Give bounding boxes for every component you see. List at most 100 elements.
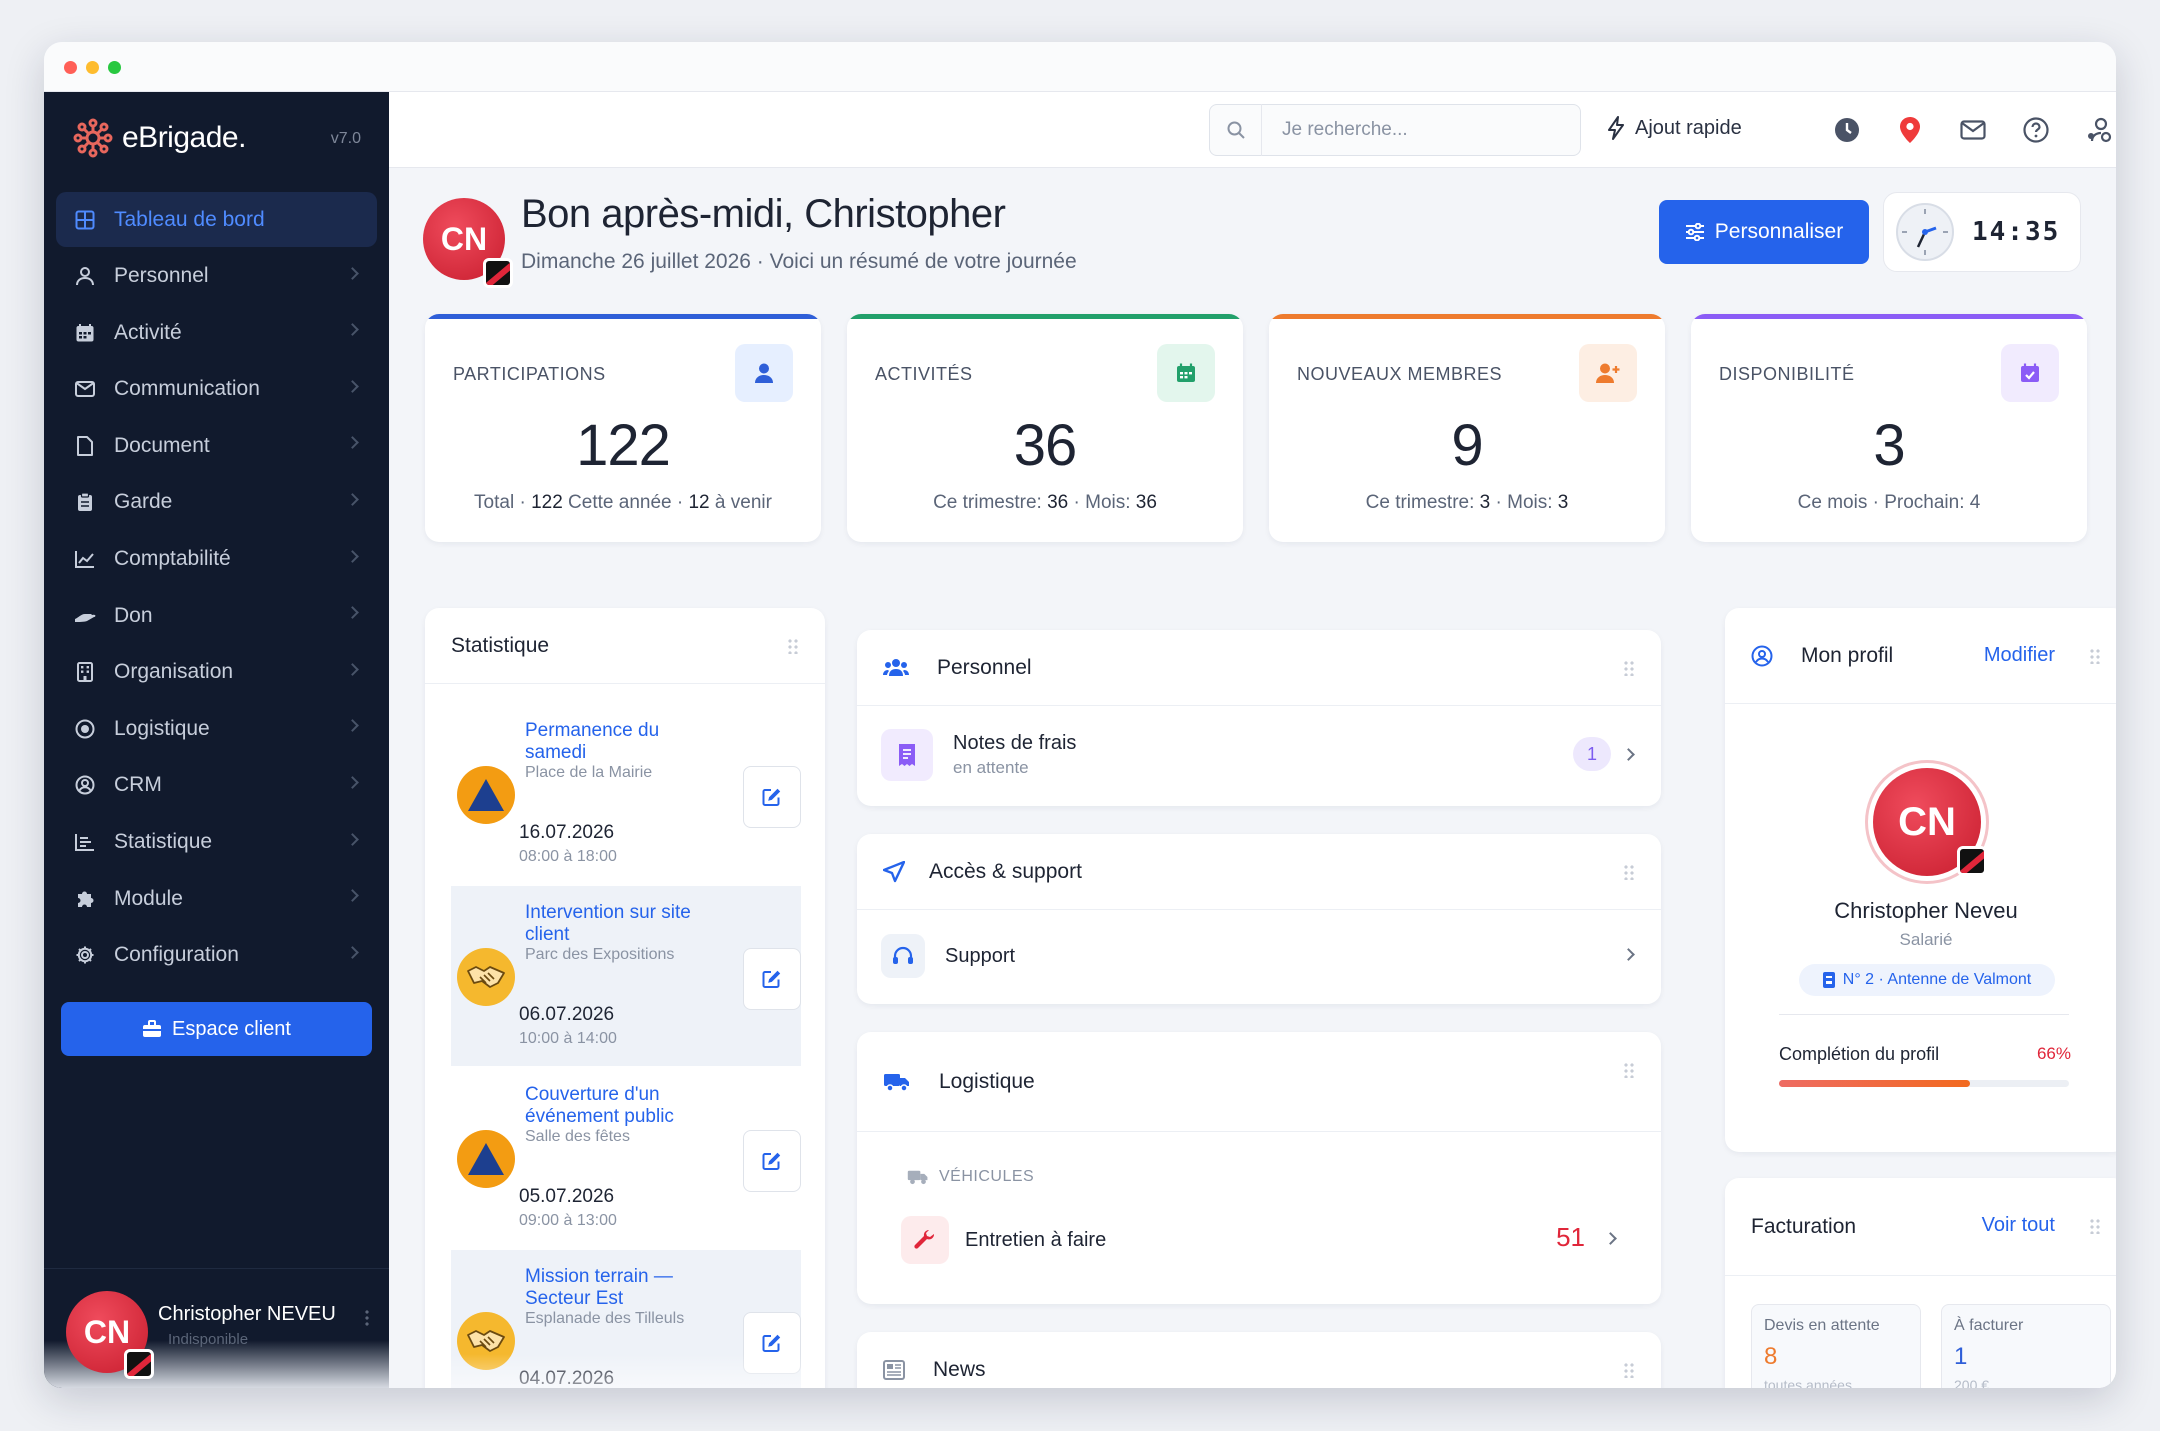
chevron-right-icon — [346, 889, 359, 902]
notes-de-frais-row[interactable]: Notes de frais en attente 1 — [857, 706, 1661, 804]
kpi-sub-value: 3 — [1557, 492, 1569, 513]
avatar-initials: CN — [1898, 799, 1956, 844]
profil-edit-link[interactable]: Modifier — [1984, 644, 2055, 667]
close-window-dot[interactable] — [64, 61, 77, 74]
chevron-right-icon — [346, 549, 359, 563]
search-box[interactable] — [1209, 104, 1581, 156]
edit-button[interactable] — [743, 1130, 801, 1192]
facturation-box[interactable]: À facturer 1 200 € — [1941, 1304, 2111, 1388]
sidebar-item-don[interactable]: Don — [56, 588, 377, 643]
app-logo[interactable]: eBrigade. — [72, 118, 246, 158]
logistique-title: Logistique — [939, 1069, 1035, 1093]
support-row[interactable]: Support — [857, 910, 1661, 1002]
bar-list-icon — [74, 831, 96, 853]
building-icon — [74, 661, 96, 683]
maximize-window-dot[interactable] — [108, 61, 121, 74]
edit-icon — [762, 1152, 781, 1170]
app-name: eBrigade. — [122, 121, 246, 154]
personnel-header: Personnel — [857, 630, 1661, 706]
customize-button[interactable]: Personnaliser — [1659, 200, 1869, 264]
kpi-label: NOUVEAUX MEMBRES — [1297, 364, 1503, 384]
drag-handle-icon[interactable] — [2089, 648, 2101, 664]
quick-add-button[interactable]: Ajout rapide — [1607, 116, 1742, 140]
sidebar-item-garde[interactable]: Garde — [56, 475, 377, 530]
sidebar-item-module[interactable]: Module — [56, 871, 377, 926]
clock-icon[interactable] — [1833, 116, 1861, 144]
map-pin-icon[interactable] — [1896, 116, 1924, 144]
calendar-icon — [74, 322, 96, 344]
event-title[interactable]: Couverture d'un événement public — [525, 1084, 725, 1128]
notes-de-frais-sub: en attente — [953, 758, 1029, 777]
logistique-header: Logistique — [857, 1032, 1661, 1132]
drag-handle-icon[interactable] — [1623, 864, 1635, 880]
sidebar-item-activite[interactable]: Activité — [56, 305, 377, 360]
kpi-value: 36 — [1013, 413, 1078, 478]
statistique-item[interactable]: Permanence du samedi Place de la Mairie 16… — [451, 704, 801, 884]
sidebar-item-comptabilite[interactable]: Comptabilité — [56, 532, 377, 587]
sidebar-user[interactable]: CN Christopher NEVEU Indisponible — [44, 1268, 389, 1388]
kpi-card-disponibilite[interactable]: DISPONIBILITÉ 3 Ce mois · Prochain: 4 — [1691, 314, 2087, 542]
analog-clock-icon — [1896, 203, 1954, 261]
user-settings-icon[interactable] — [2085, 116, 2113, 144]
espace-client-label: Espace client — [172, 1017, 291, 1040]
search-input[interactable] — [1262, 119, 1562, 141]
drag-handle-icon[interactable] — [787, 638, 799, 654]
kpi-label: ACTIVITÉS — [875, 364, 973, 384]
box-title: Devis en attente — [1764, 1317, 1880, 1334]
news-header: News — [857, 1332, 1661, 1388]
event-title[interactable]: Permanence du samedi — [525, 720, 725, 764]
sidebar-item-organisation[interactable]: Organisation — [56, 645, 377, 700]
topbar: Ajout rapide — [389, 92, 2116, 168]
statistique-item[interactable]: Intervention sur site client Parc des Exp… — [451, 886, 801, 1066]
completion-fill — [1779, 1080, 1971, 1087]
edit-button[interactable] — [743, 948, 801, 1010]
help-icon[interactable] — [2022, 116, 2050, 144]
sidebar-item-document[interactable]: Document — [56, 418, 377, 473]
entretien-row[interactable]: Entretien à faire 51 — [877, 1200, 1661, 1280]
news-card: News — [857, 1332, 1661, 1388]
drag-handle-icon[interactable] — [1623, 1062, 1635, 1078]
event-hours: 10:00 à 14:00 — [519, 1030, 617, 1047]
calendar-check-icon — [2001, 344, 2059, 402]
sidebar-nav: Tableau de bord Personnel Activité Communic… — [56, 192, 377, 984]
kpi-sub-value: 36 — [1047, 492, 1069, 513]
headset-icon — [881, 934, 925, 978]
sidebar-item-communication[interactable]: Communication — [56, 362, 377, 417]
clipboard-icon — [74, 491, 96, 513]
kpi-card-nouveaux-membres[interactable]: NOUVEAUX MEMBRES 9 Ce trimestre: 3 · Mois:… — [1269, 314, 1665, 542]
sidebar-item-crm[interactable]: CRM — [56, 758, 377, 813]
event-title[interactable]: Mission terrain — Secteur Est — [525, 1266, 725, 1310]
drag-handle-icon[interactable] — [2089, 1218, 2101, 1234]
event-title[interactable]: Intervention sur site client — [525, 902, 725, 946]
vehicules-label: VÉHICULES — [939, 1168, 1035, 1185]
facturation-link[interactable]: Voir tout — [1982, 1214, 2055, 1237]
sidebar-item-label: Comptabilité — [114, 547, 231, 571]
kpi-accent-bar — [1691, 314, 2087, 319]
sidebar-item-label: Don — [114, 603, 153, 627]
edit-icon — [762, 970, 781, 988]
sidebar-item-personnel[interactable]: Personnel — [56, 249, 377, 304]
kpi-value: 122 — [576, 413, 671, 478]
sidebar-item-logistique[interactable]: Logistique — [56, 701, 377, 756]
kpi-card-activites[interactable]: ACTIVITÉS 36 Ce trimestre: 36 · Mois: 36 — [847, 314, 1243, 542]
edit-button[interactable] — [743, 766, 801, 828]
espace-client-button[interactable]: Espace client — [61, 1002, 372, 1056]
sliders-icon — [1685, 223, 1704, 241]
user-menu-icon[interactable] — [365, 1309, 369, 1327]
sidebar-item-configuration[interactable]: Configuration — [56, 928, 377, 983]
drag-handle-icon[interactable] — [1623, 1362, 1635, 1378]
kpi-card-participations[interactable]: PARTICIPATIONS 122 Total · 122 Cette année… — [425, 314, 821, 542]
sidebar-item-tableau-de-bord[interactable]: Tableau de bord — [56, 192, 377, 247]
facturation-box[interactable]: Devis en attente 8 toutes années — [1751, 1304, 1921, 1388]
envelope-icon[interactable] — [1959, 116, 1987, 144]
divider — [1779, 1014, 2069, 1015]
statistique-item[interactable]: Couverture d'un événement public Salle de… — [451, 1068, 801, 1248]
minimize-window-dot[interactable] — [86, 61, 99, 74]
sidebar-item-statistique[interactable]: Statistique — [56, 815, 377, 870]
chevron-right-icon — [346, 945, 359, 959]
box-value: 1 — [1954, 1343, 1968, 1370]
drag-handle-icon[interactable] — [1623, 660, 1635, 676]
page-title: Bon après-midi, Christopher — [521, 192, 1006, 236]
briefcase-icon — [143, 1020, 162, 1037]
brigade-logo-icon — [73, 118, 113, 158]
